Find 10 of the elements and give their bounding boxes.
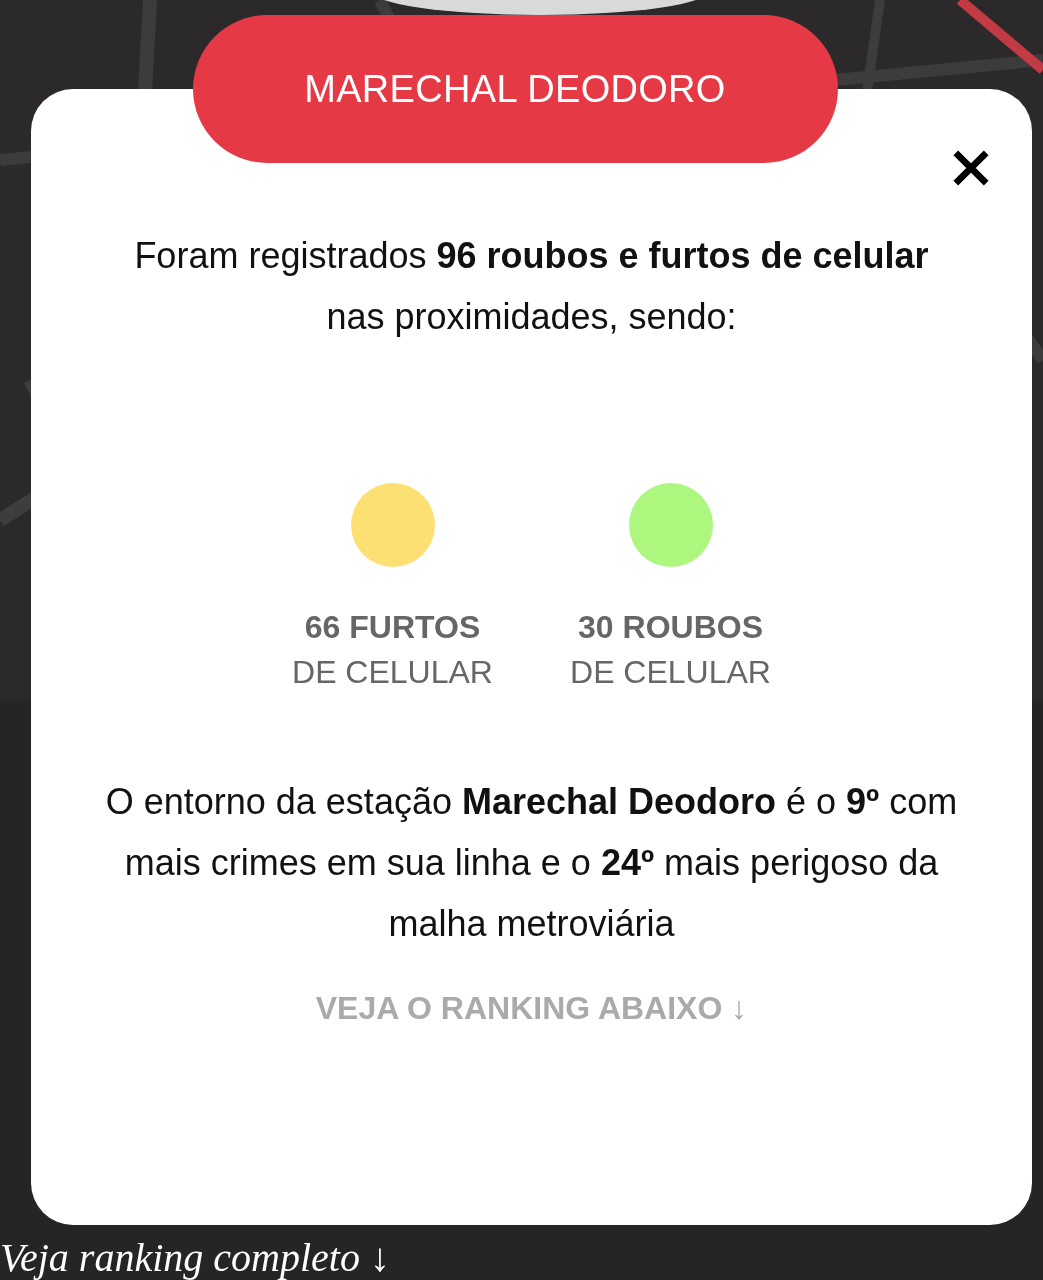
station-name: MARECHAL DEODORO — [192, 15, 838, 163]
stat-count: 66 FURTOS — [304, 608, 481, 647]
close-icon[interactable] — [952, 149, 990, 187]
stat-label: DE CELULAR — [570, 653, 771, 692]
stat-label: DE CELULAR — [292, 653, 493, 692]
ranking-link[interactable]: VEJA O RANKING ABAIXO ↓ — [315, 990, 748, 1027]
intro-text: Foram registrados 96 roubos e furtos de celular nas proximidades, sendo: — [133, 234, 930, 339]
summary-text: O entorno da estação Marechal Deodoro é o 9º com mais crimes em sua linha e o 24º mais perigoso da malha metroviária — [104, 780, 959, 946]
section-heading: Veja ranking completo ↓ — [0, 1235, 391, 1280]
stat-count: 30 ROUBOS — [578, 608, 763, 647]
